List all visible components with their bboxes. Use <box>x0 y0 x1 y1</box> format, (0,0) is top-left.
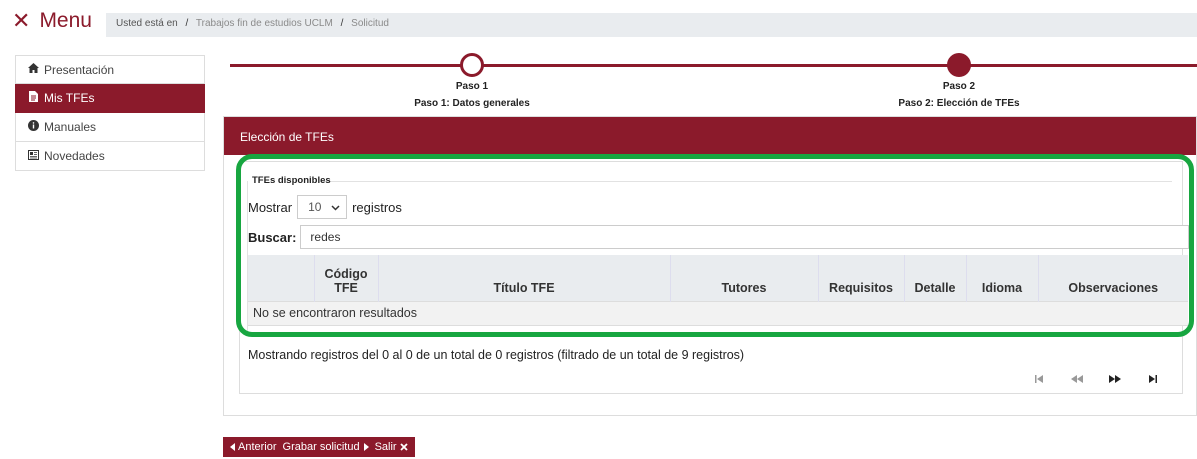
column-header-codigo[interactable]: Código TFE <box>313 255 378 301</box>
document-icon <box>26 91 40 105</box>
empty-table-message: No se encontraron resultados <box>248 300 1188 326</box>
column-header-observaciones[interactable]: Observaciones <box>1037 255 1188 301</box>
last-page-icon <box>1149 375 1157 383</box>
previous-page-icon <box>1071 375 1083 383</box>
exit-button-label: Salir <box>374 441 397 453</box>
home-icon <box>26 63 40 76</box>
breadcrumb: Usted está en / Trabajos fin de estudios… <box>106 13 1197 37</box>
info-icon <box>26 120 40 134</box>
card-header: Elección de TFEs <box>224 117 1196 155</box>
show-suffix: registros <box>352 199 402 215</box>
caret-left-icon <box>230 443 235 451</box>
breadcrumb-link-tfe[interactable]: Trabajos fin de estudios UCLM <box>196 18 333 29</box>
tfe-selection-card: Elección de TFEs TFEs disponibles Mostra… <box>223 116 1197 416</box>
fieldset-border <box>320 181 1172 182</box>
save-request-button[interactable]: Grabar solicitud <box>283 441 369 453</box>
first-page-button[interactable] <box>1020 374 1058 386</box>
sidebar-item-label: Novedades <box>44 149 105 163</box>
show-prefix: Mostrar <box>248 199 293 215</box>
first-page-icon <box>1035 375 1043 383</box>
chevron-down-icon <box>331 200 340 214</box>
menu-label: Menu <box>39 9 92 32</box>
sidebar-item-label: Presentación <box>44 62 115 77</box>
column-header-idioma[interactable]: Idioma <box>965 255 1038 301</box>
table-info: Mostrando registros del 0 al 0 de un tot… <box>248 348 745 362</box>
sidebar-item-presentacion[interactable]: Presentación <box>15 55 205 84</box>
sidebar-item-novedades[interactable]: Novedades <box>15 142 205 171</box>
page-length-value: 10 <box>308 200 322 214</box>
fieldset-legend: TFEs disponibles <box>252 175 331 186</box>
page-length-select[interactable]: 10 <box>297 195 348 219</box>
table-header-row: Código TFE Título TFE Tutores Requisitos… <box>248 255 1188 301</box>
footer-actions: Anterior Grabar solicitud Salir <box>223 437 415 457</box>
pagination <box>1020 374 1172 386</box>
column-header-detalle[interactable]: Detalle <box>903 255 966 301</box>
tfe-table: Código TFE Título TFE Tutores Requisitos… <box>248 255 1188 326</box>
column-header-requisitos[interactable]: Requisitos <box>817 255 904 301</box>
sidebar: Presentación Mis TFEs Manuales Novedades <box>15 55 205 171</box>
search-control: Buscar: <box>248 225 1190 249</box>
step-2-indicator[interactable] <box>947 53 971 77</box>
step-2-subtitle: Paso 2: Elección de TFEs <box>898 98 1020 109</box>
news-icon <box>26 149 40 163</box>
page-length-control: Mostrar 10 registros <box>248 195 402 219</box>
previous-button[interactable]: Anterior <box>230 441 277 453</box>
search-label: Buscar: <box>248 229 297 245</box>
close-icon <box>399 443 408 451</box>
previous-page-button[interactable] <box>1058 374 1096 386</box>
next-page-button[interactable] <box>1096 374 1134 386</box>
step-2-title: Paso 2 <box>942 81 976 92</box>
sidebar-item-label: Mis TFEs <box>44 91 95 105</box>
search-input[interactable] <box>300 225 1190 249</box>
stepper-line <box>230 64 1197 67</box>
column-header-tutores[interactable]: Tutores <box>669 255 818 301</box>
table-row: No se encontraron resultados <box>248 300 1188 326</box>
column-header-titulo[interactable]: Título TFE <box>377 255 670 301</box>
sidebar-item-mis-tfes[interactable]: Mis TFEs <box>15 84 205 113</box>
step-1-title: Paso 1 <box>455 81 489 92</box>
step-1-indicator[interactable] <box>460 53 484 77</box>
last-page-button[interactable] <box>1134 374 1172 386</box>
step-1-subtitle: Paso 1: Datos generales <box>414 98 530 109</box>
menu-toggle-button[interactable]: ✕ Menu <box>12 9 92 33</box>
column-header-select[interactable] <box>248 255 314 301</box>
close-icon: ✕ <box>12 8 31 33</box>
exit-button[interactable]: Salir <box>375 441 408 453</box>
breadcrumb-current: Solicitud <box>351 18 389 29</box>
sidebar-item-manuales[interactable]: Manuales <box>15 113 205 142</box>
top-bar: ✕ Menu Usted está en / Trabajos fin de e… <box>0 0 1197 44</box>
previous-button-label: Anterior <box>238 441 277 453</box>
save-request-label: Grabar solicitud <box>282 441 360 453</box>
caret-right-icon <box>363 443 369 451</box>
breadcrumb-prefix: Usted está en <box>116 18 178 29</box>
breadcrumb-separator: / <box>185 18 189 29</box>
sidebar-item-label: Manuales <box>44 120 97 134</box>
breadcrumb-separator: / <box>340 18 344 29</box>
stepper: Paso 1 Paso 1: Datos generales Paso 2 Pa… <box>230 50 1197 112</box>
tfe-list-panel: TFEs disponibles Mostrar 10 registros Bu… <box>239 161 1190 394</box>
next-page-icon <box>1109 375 1121 383</box>
